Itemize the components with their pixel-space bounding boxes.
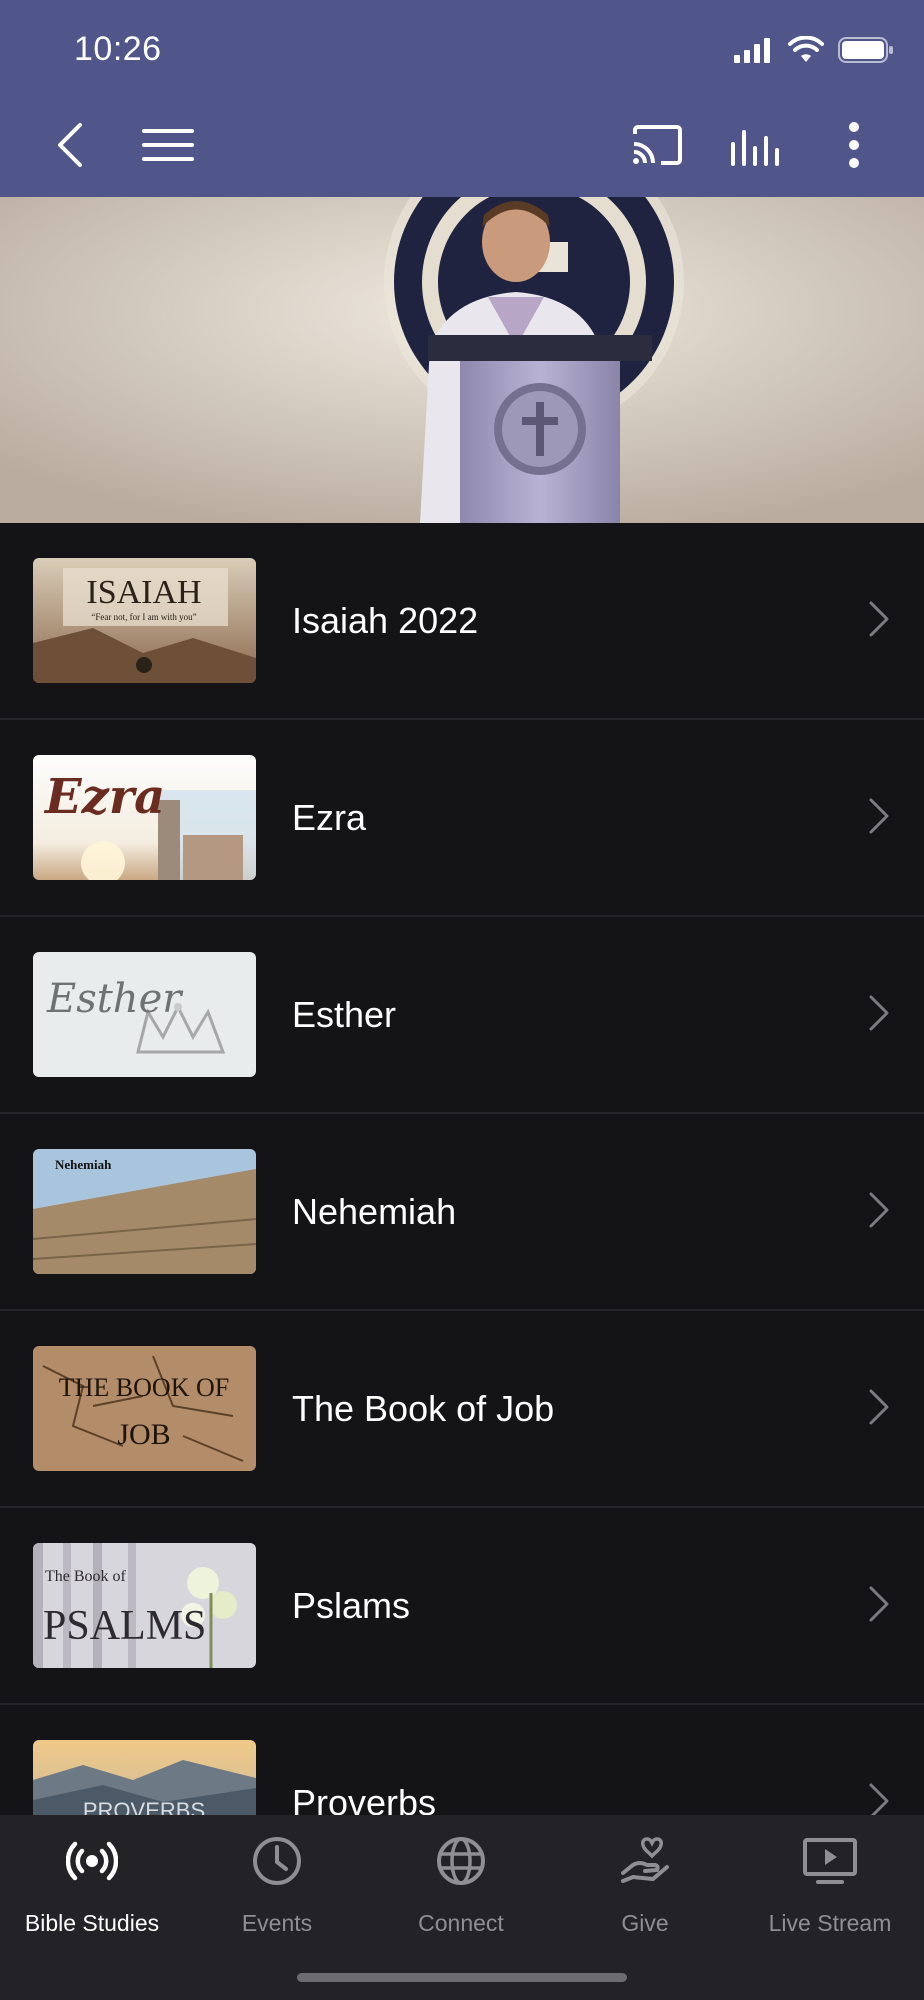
clock-icon xyxy=(253,1837,301,1885)
series-thumbnail: Ezra xyxy=(33,755,256,880)
series-thumbnail: The Book of PSALMS xyxy=(33,1543,256,1668)
svg-text:The Book of: The Book of xyxy=(45,1568,127,1585)
tab-connect[interactable]: Connect xyxy=(369,1815,553,1936)
heart-hand-icon xyxy=(621,1837,669,1883)
chevron-right-icon xyxy=(869,995,889,1031)
more-options-button[interactable] xyxy=(836,110,872,180)
hero-banner xyxy=(0,197,924,523)
cellular-signal-icon xyxy=(734,38,770,63)
cast-button[interactable] xyxy=(630,110,684,180)
svg-text:Ezra: Ezra xyxy=(43,769,165,825)
app-header: 10:26 xyxy=(0,0,924,197)
svg-text:THE BOOK OF: THE BOOK OF xyxy=(59,1373,229,1402)
back-button[interactable] xyxy=(44,110,94,180)
list-item-isaiah[interactable]: ISAIAH “Fear not, for I am with you” Isa… xyxy=(0,523,924,720)
series-title: Isaiah 2022 xyxy=(292,599,479,641)
tab-label: Bible Studies xyxy=(24,1910,160,1936)
chevron-right-icon xyxy=(869,1586,889,1622)
chevron-right-icon xyxy=(869,798,889,834)
tab-give[interactable]: Give xyxy=(553,1815,737,1936)
list-item-nehemiah[interactable]: Nehemiah Nehemiah xyxy=(0,1114,924,1311)
broadcast-icon xyxy=(66,1841,118,1881)
svg-text:Esther: Esther xyxy=(46,976,184,1022)
home-indicator xyxy=(297,1973,627,1982)
tab-live-stream[interactable]: Live Stream xyxy=(738,1815,922,1936)
chevron-right-icon xyxy=(869,601,889,637)
chevron-right-icon xyxy=(869,1192,889,1228)
series-title: Pslams xyxy=(292,1584,411,1626)
list-item-ezra[interactable]: Ezra Ezra xyxy=(0,720,924,917)
series-thumbnail: Esther xyxy=(33,952,256,1077)
hamburger-icon xyxy=(142,129,194,161)
vertical-dots-icon xyxy=(849,122,859,168)
menu-button[interactable] xyxy=(140,110,196,180)
tab-events[interactable]: Events xyxy=(185,1815,369,1936)
series-title: Esther xyxy=(292,993,397,1035)
series-thumbnail: ISAIAH “Fear not, for I am with you” xyxy=(33,558,256,683)
globe-icon xyxy=(437,1837,485,1885)
chevron-left-icon xyxy=(58,123,82,167)
tab-label: Give xyxy=(621,1910,669,1936)
series-thumbnail: THE BOOK OF JOB xyxy=(33,1346,256,1471)
list-item-job[interactable]: THE BOOK OF JOB The Book of Job xyxy=(0,1311,924,1508)
svg-text:ISAIAH: ISAIAH xyxy=(86,574,201,611)
hero-banner-image xyxy=(0,197,924,523)
list-item-esther[interactable]: Esther Esther xyxy=(0,917,924,1114)
series-title: Nehemiah xyxy=(292,1190,457,1232)
series-list: ISAIAH “Fear not, for I am with you” Isa… xyxy=(0,523,924,1902)
series-thumbnail: Nehemiah xyxy=(33,1149,256,1274)
tab-label: Connect xyxy=(418,1910,504,1936)
status-icons xyxy=(734,36,894,64)
svg-text:PSALMS: PSALMS xyxy=(43,1603,206,1649)
svg-text:“Fear not, for I am with you”: “Fear not, for I am with you” xyxy=(91,612,196,622)
chevron-right-icon xyxy=(869,1389,889,1425)
series-title: Ezra xyxy=(292,796,367,838)
status-time: 10:26 xyxy=(74,30,162,68)
tab-label: Live Stream xyxy=(768,1910,892,1936)
equalizer-icon xyxy=(731,130,779,166)
list-item-psalms[interactable]: The Book of PSALMS Pslams xyxy=(0,1508,924,1705)
tab-label: Events xyxy=(241,1910,313,1936)
navigation-bar xyxy=(0,110,924,180)
wifi-icon xyxy=(788,36,824,62)
audio-button[interactable] xyxy=(728,110,782,180)
battery-icon xyxy=(838,37,893,63)
tab-bible-studies[interactable]: Bible Studies xyxy=(0,1815,184,1936)
svg-text:Nehemiah: Nehemiah xyxy=(55,1157,112,1172)
tv-play-icon xyxy=(803,1838,857,1884)
series-title: The Book of Job xyxy=(292,1387,555,1429)
cast-icon xyxy=(633,125,682,165)
svg-text:JOB: JOB xyxy=(117,1418,170,1451)
